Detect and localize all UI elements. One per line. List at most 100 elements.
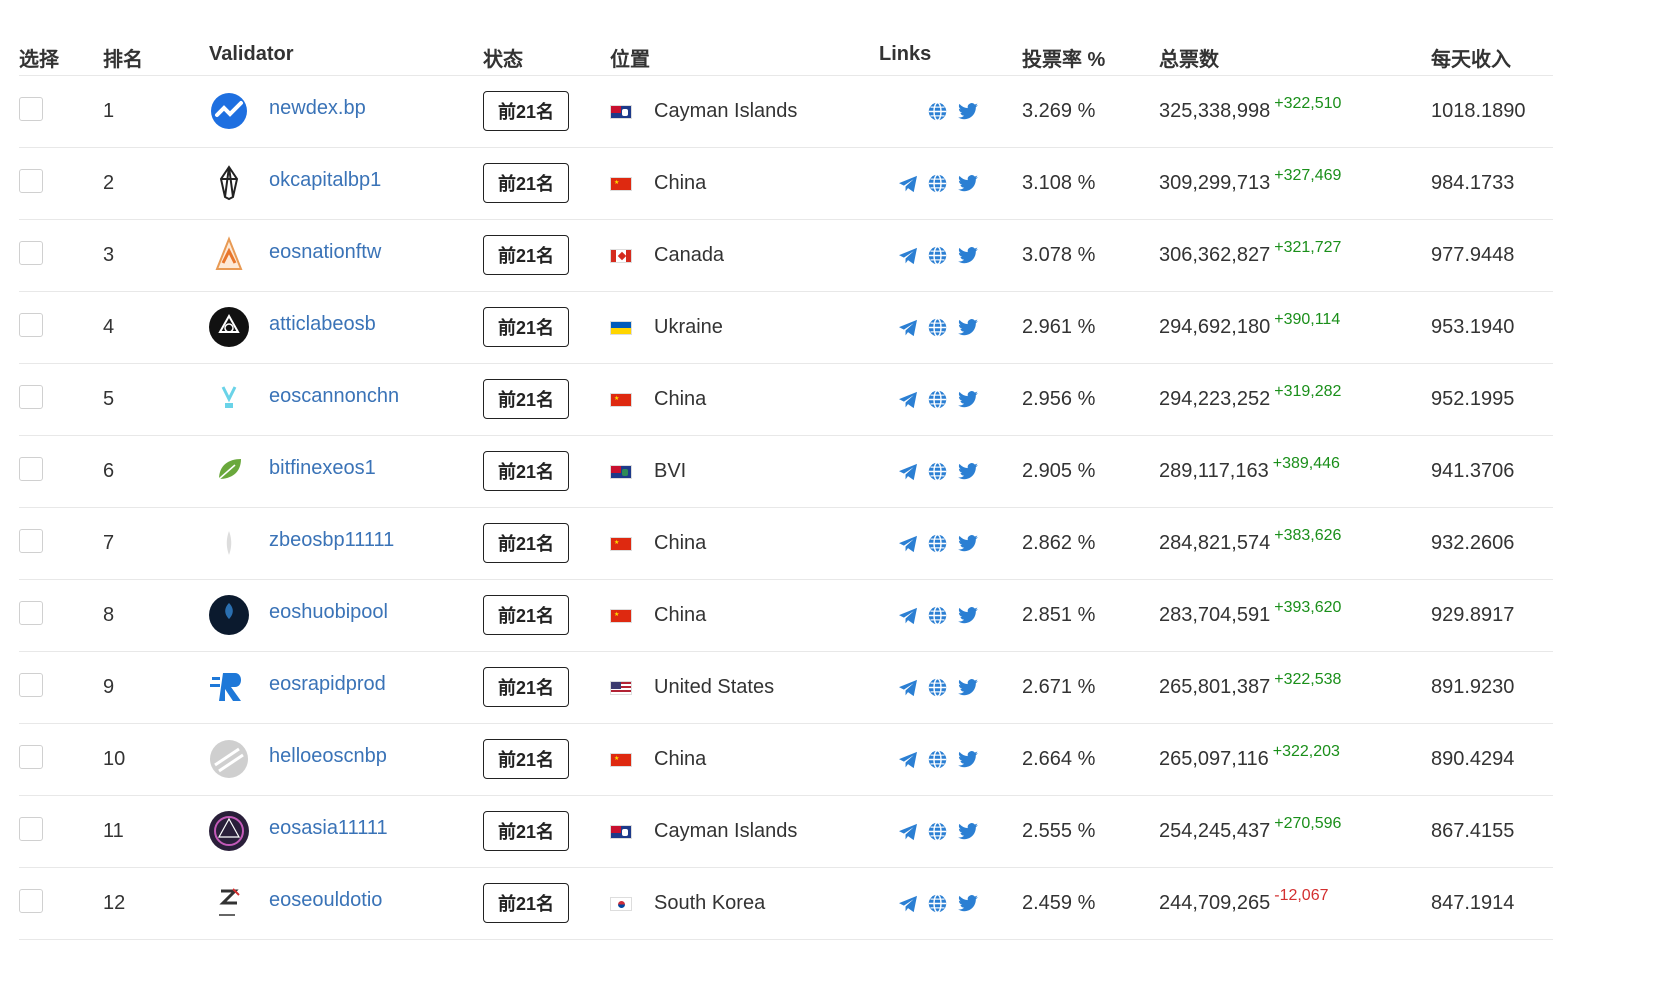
- rank-number: 2: [103, 172, 115, 194]
- twitter-icon[interactable]: [957, 822, 979, 841]
- globe-icon[interactable]: [927, 749, 948, 770]
- telegram-icon[interactable]: [898, 391, 918, 409]
- twitter-icon[interactable]: [957, 462, 979, 481]
- row-select-checkbox[interactable]: [19, 456, 43, 481]
- twitter-icon[interactable]: [957, 750, 979, 769]
- twitter-icon[interactable]: [957, 534, 979, 553]
- telegram-icon[interactable]: [898, 247, 918, 265]
- globe-icon[interactable]: [927, 101, 948, 122]
- globe-icon[interactable]: [927, 389, 948, 410]
- row-select-checkbox[interactable]: [19, 96, 43, 121]
- location-text: Cayman Islands: [654, 820, 798, 842]
- validator-name-link[interactable]: okcapitalbp1: [269, 169, 381, 192]
- row-select-checkbox[interactable]: [19, 816, 43, 841]
- twitter-icon[interactable]: [957, 102, 979, 121]
- table-header: 选择 排名 Validator 状态 位置 Links 投票率 % 总票数 每天…: [19, 0, 1553, 76]
- row-select-checkbox[interactable]: [19, 168, 43, 193]
- eoscannon-logo: [209, 379, 249, 419]
- vote-delta: -12,067: [1274, 886, 1329, 904]
- vote-rate: 2.961 %: [1022, 316, 1096, 338]
- telegram-icon[interactable]: [898, 175, 918, 193]
- globe-icon[interactable]: [927, 317, 948, 338]
- telegram-icon[interactable]: [898, 463, 918, 481]
- telegram-icon[interactable]: [898, 751, 918, 769]
- validator-name-link[interactable]: newdex.bp: [269, 97, 366, 120]
- globe-icon[interactable]: [927, 461, 948, 482]
- twitter-icon[interactable]: [957, 174, 979, 193]
- globe-icon[interactable]: [927, 533, 948, 554]
- validator-name-link[interactable]: eosasia11111: [269, 817, 388, 840]
- table-row: 12 eoseouldotio 前21名 South Korea 2.459 %…: [19, 868, 1553, 940]
- twitter-icon[interactable]: [957, 678, 979, 697]
- row-select-checkbox[interactable]: [19, 240, 43, 265]
- globe-icon[interactable]: [927, 245, 948, 266]
- country-flag-icon: ★: [610, 752, 632, 767]
- row-select-checkbox[interactable]: [19, 672, 43, 697]
- header-links: Links: [879, 43, 932, 65]
- status-badge: 前21名: [483, 234, 569, 275]
- globe-icon[interactable]: [927, 173, 948, 194]
- newdex-logo: [209, 91, 249, 131]
- row-select-checkbox[interactable]: [19, 312, 43, 337]
- header-validator[interactable]: Validator: [209, 30, 293, 66]
- row-select-checkbox[interactable]: [19, 528, 43, 553]
- validator-name-link[interactable]: eosnationftw: [269, 241, 381, 264]
- row-select-checkbox[interactable]: [19, 600, 43, 625]
- globe-icon[interactable]: [927, 893, 948, 914]
- twitter-icon[interactable]: [957, 894, 979, 913]
- header-rank[interactable]: 排名: [103, 30, 143, 72]
- location-text: China: [654, 748, 707, 770]
- globe-icon[interactable]: [927, 821, 948, 842]
- twitter-icon[interactable]: [957, 390, 979, 409]
- links-group: [879, 749, 979, 770]
- validator-name-link[interactable]: atticlabeosb: [269, 313, 376, 336]
- telegram-icon[interactable]: [898, 319, 918, 337]
- telegram-icon[interactable]: [898, 679, 918, 697]
- validator-name-link[interactable]: bitfinexeos1: [269, 457, 376, 480]
- telegram-icon[interactable]: [898, 535, 918, 553]
- row-select-checkbox[interactable]: [19, 888, 43, 913]
- daily-income: 977.9448: [1431, 244, 1515, 266]
- globe-icon[interactable]: [927, 605, 948, 626]
- header-select: 选择: [19, 49, 59, 71]
- rank-number: 12: [103, 892, 126, 914]
- header-vote-rate[interactable]: 投票率 %: [1022, 30, 1105, 72]
- total-votes: 284,821,574: [1159, 532, 1271, 554]
- country-flag-icon: [610, 464, 632, 479]
- vote-rate: 2.851 %: [1022, 604, 1096, 626]
- telegram-icon[interactable]: [898, 607, 918, 625]
- vote-delta: +322,538: [1274, 670, 1342, 688]
- links-group: [879, 389, 979, 410]
- rank-number: 10: [103, 748, 126, 770]
- validator-name-link[interactable]: eoseouldotio: [269, 889, 382, 912]
- location-text: United States: [654, 676, 775, 698]
- daily-income: 953.1940: [1431, 316, 1515, 338]
- twitter-icon[interactable]: [957, 318, 979, 337]
- twitter-icon[interactable]: [957, 246, 979, 265]
- validator-name-link[interactable]: zbeosbp11111: [269, 529, 394, 552]
- total-votes: 294,692,180: [1159, 316, 1271, 338]
- telegram-icon[interactable]: [898, 823, 918, 841]
- twitter-icon[interactable]: [957, 606, 979, 625]
- telegram-icon[interactable]: [898, 895, 918, 913]
- vote-delta: +383,626: [1274, 526, 1342, 544]
- rank-number: 5: [103, 388, 115, 410]
- validator-name-link[interactable]: helloeoscnbp: [269, 745, 387, 768]
- header-daily-income[interactable]: 每天收入: [1431, 30, 1511, 72]
- location-text: China: [654, 388, 707, 410]
- eosnation-logo: [209, 235, 249, 275]
- table-body: 1 newdex.bp 前21名 Cayman Islands 3.269 % …: [19, 76, 1553, 940]
- vote-delta: +321,727: [1274, 238, 1342, 256]
- header-location[interactable]: 位置: [610, 30, 650, 72]
- total-votes: 265,801,387: [1159, 676, 1271, 698]
- total-votes: 309,299,713: [1159, 172, 1271, 194]
- row-select-checkbox[interactable]: [19, 384, 43, 409]
- vote-rate: 3.078 %: [1022, 244, 1096, 266]
- globe-icon[interactable]: [927, 677, 948, 698]
- validator-name-link[interactable]: eoshuobipool: [269, 601, 388, 624]
- links-group: [879, 605, 979, 626]
- header-total-votes[interactable]: 总票数: [1159, 30, 1219, 72]
- validator-name-link[interactable]: eoscannonchn: [269, 385, 399, 408]
- validator-name-link[interactable]: eosrapidprod: [269, 673, 386, 696]
- row-select-checkbox[interactable]: [19, 744, 43, 769]
